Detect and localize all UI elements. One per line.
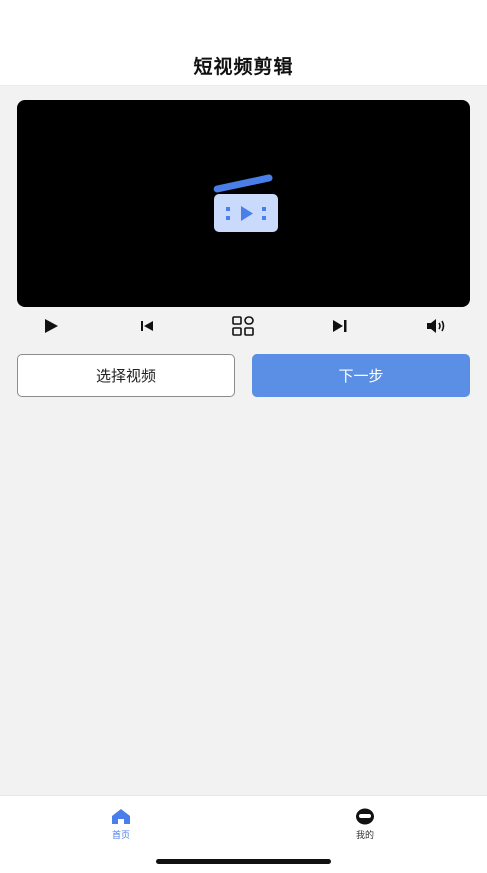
playback-controls	[17, 312, 470, 340]
grid-icon[interactable]	[229, 312, 257, 340]
tab-profile[interactable]: 我的	[335, 808, 395, 848]
tab-home-label: 首页	[111, 831, 130, 841]
clapperboard-icon	[213, 174, 278, 232]
app-header: 短视频剪辑	[0, 0, 487, 86]
tab-home[interactable]: 首页	[91, 808, 151, 848]
volume-icon[interactable]	[422, 312, 450, 340]
profile-icon	[356, 808, 374, 825]
next-step-button[interactable]: 下一步	[252, 354, 470, 397]
play-icon[interactable]	[37, 312, 65, 340]
page-title: 短视频剪辑	[193, 56, 294, 78]
skip-next-icon[interactable]	[326, 312, 354, 340]
tab-profile-label: 我的	[355, 831, 374, 841]
skip-previous-icon[interactable]	[133, 312, 161, 340]
select-video-button[interactable]: 选择视频	[17, 354, 235, 397]
home-indicator	[156, 859, 331, 864]
home-icon	[112, 809, 130, 824]
